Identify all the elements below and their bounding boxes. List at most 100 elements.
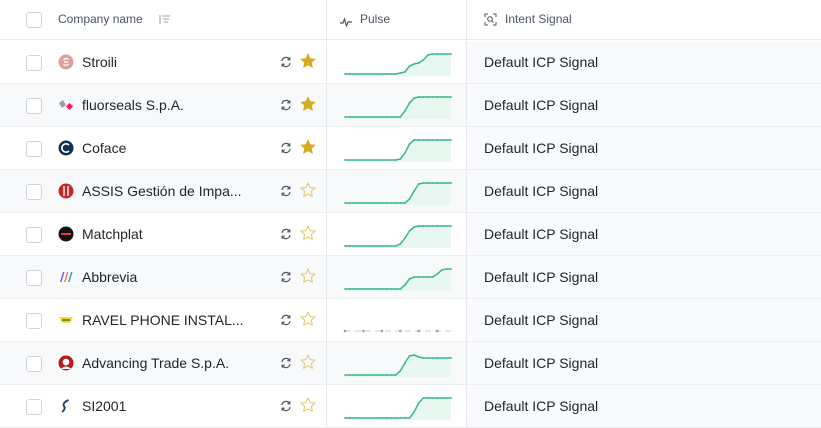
refresh-icon[interactable]	[280, 55, 292, 73]
row-checkbox-cell	[0, 299, 46, 341]
row-checkbox-cell	[0, 213, 46, 255]
company-name-link[interactable]: Advancing Trade S.p.A.	[82, 355, 247, 371]
intent-signal-value: Default ICP Signal	[484, 269, 599, 285]
table-header: Company name Pulse Intent Signal	[0, 0, 821, 40]
refresh-icon[interactable]	[280, 399, 292, 417]
company-name-cell: Matchplat	[46, 213, 326, 255]
company-name-cell: RAVEL PHONE INSTAL...	[46, 299, 326, 341]
intent-signal-cell[interactable]: Default ICP Signal	[466, 84, 821, 126]
row-checkbox[interactable]	[26, 399, 42, 415]
pulse-sparkline	[343, 93, 453, 124]
intent-signal-value: Default ICP Signal	[484, 226, 599, 242]
row-checkbox[interactable]	[26, 98, 42, 114]
star-outline-icon[interactable]	[300, 225, 316, 246]
fluorseals-logo	[58, 97, 74, 113]
header-checkbox-cell	[0, 0, 46, 39]
table-row[interactable]: SI2001 Default ICP Signal	[0, 385, 821, 428]
star-outline-icon[interactable]	[300, 268, 316, 289]
intent-signal-cell[interactable]: Default ICP Signal	[466, 41, 821, 83]
table-row[interactable]: Coface Default ICP Signal	[0, 127, 821, 170]
intent-header-label: Intent Signal	[505, 12, 572, 26]
intent-signal-value: Default ICP Signal	[484, 183, 599, 199]
table-row[interactable]: Advancing Trade S.p.A. Default ICP Signal	[0, 342, 821, 385]
header-pulse[interactable]: Pulse	[326, 0, 466, 39]
pulse-sparkline	[343, 222, 453, 253]
row-checkbox[interactable]	[26, 270, 42, 286]
star-outline-icon[interactable]	[300, 397, 316, 418]
table-row[interactable]: ASSIS Gestión de Impa... Default ICP Sign…	[0, 170, 821, 213]
company-name-cell: Advancing Trade S.p.A.	[46, 342, 326, 384]
pulse-sparkline	[343, 308, 453, 339]
star-outline-icon[interactable]	[300, 182, 316, 203]
companies-table: Company name Pulse Intent Signal Stroili…	[0, 0, 821, 428]
company-name-header-label: Company name	[58, 12, 143, 26]
header-company-name[interactable]: Company name	[46, 0, 326, 39]
ravel-logo	[58, 312, 74, 328]
refresh-icon[interactable]	[280, 184, 292, 202]
intent-signal-cell[interactable]: Default ICP Signal	[466, 170, 821, 212]
pulse-sparkline	[343, 351, 453, 382]
pulse-sparkline	[343, 179, 453, 210]
intent-signal-cell[interactable]: Default ICP Signal	[466, 342, 821, 384]
row-checkbox-cell	[0, 84, 46, 126]
star-filled-icon[interactable]	[300, 139, 316, 160]
company-name-link[interactable]: SI2001	[82, 398, 247, 414]
pulse-icon	[340, 14, 352, 32]
pulse-cell	[326, 127, 466, 169]
intent-signal-cell[interactable]: Default ICP Signal	[466, 256, 821, 298]
header-intent-signal[interactable]: Intent Signal	[466, 0, 821, 39]
pulse-cell	[326, 84, 466, 126]
intent-signal-cell[interactable]: Default ICP Signal	[466, 127, 821, 169]
pulse-cell	[326, 299, 466, 341]
company-name-link[interactable]: RAVEL PHONE INSTAL...	[82, 312, 247, 328]
sort-icon[interactable]	[159, 13, 171, 31]
company-name-cell: ASSIS Gestión de Impa...	[46, 170, 326, 212]
intent-signal-cell[interactable]: Default ICP Signal	[466, 385, 821, 427]
refresh-icon[interactable]	[280, 270, 292, 288]
intent-signal-cell[interactable]: Default ICP Signal	[466, 299, 821, 341]
refresh-icon[interactable]	[280, 356, 292, 374]
intent-signal-value: Default ICP Signal	[484, 54, 599, 70]
matchplat-logo	[58, 226, 74, 242]
table-row[interactable]: RAVEL PHONE INSTAL... Default ICP Signal	[0, 299, 821, 342]
company-name-link[interactable]: fluorseals S.p.A.	[82, 97, 247, 113]
company-name-link[interactable]: Coface	[82, 140, 247, 156]
row-checkbox[interactable]	[26, 184, 42, 200]
intent-signal-cell[interactable]: Default ICP Signal	[466, 213, 821, 255]
select-all-checkbox[interactable]	[26, 12, 42, 28]
company-name-link[interactable]: Abbrevia	[82, 269, 247, 285]
refresh-icon[interactable]	[280, 227, 292, 245]
row-checkbox[interactable]	[26, 227, 42, 243]
pulse-sparkline	[343, 136, 453, 167]
pulse-cell	[326, 256, 466, 298]
abbrevia-logo	[58, 269, 74, 285]
pulse-header-label: Pulse	[360, 12, 391, 26]
intent-signal-value: Default ICP Signal	[484, 97, 599, 113]
table-row[interactable]: Stroili Default ICP Signal	[0, 41, 821, 84]
company-name-link[interactable]: ASSIS Gestión de Impa...	[82, 183, 247, 199]
row-checkbox[interactable]	[26, 313, 42, 329]
refresh-icon[interactable]	[280, 141, 292, 159]
row-checkbox-cell	[0, 342, 46, 384]
star-filled-icon[interactable]	[300, 96, 316, 117]
star-outline-icon[interactable]	[300, 311, 316, 332]
row-checkbox[interactable]	[26, 55, 42, 71]
refresh-icon[interactable]	[280, 98, 292, 116]
table-row[interactable]: Abbrevia Default ICP Signal	[0, 256, 821, 299]
row-checkbox-cell	[0, 127, 46, 169]
row-checkbox[interactable]	[26, 356, 42, 372]
company-name-cell: Abbrevia	[46, 256, 326, 298]
row-checkbox[interactable]	[26, 141, 42, 157]
pulse-sparkline	[343, 50, 453, 81]
star-filled-icon[interactable]	[300, 53, 316, 74]
refresh-icon[interactable]	[280, 313, 292, 331]
company-name-link[interactable]: Stroili	[82, 54, 247, 70]
company-name-link[interactable]: Matchplat	[82, 226, 247, 242]
advancing-logo	[58, 355, 74, 371]
pulse-cell	[326, 170, 466, 212]
intent-signal-icon	[484, 13, 497, 31]
table-row[interactable]: fluorseals S.p.A. Default ICP Signal	[0, 84, 821, 127]
table-row[interactable]: Matchplat Default ICP Signal	[0, 213, 821, 256]
pulse-sparkline	[343, 265, 453, 296]
star-outline-icon[interactable]	[300, 354, 316, 375]
